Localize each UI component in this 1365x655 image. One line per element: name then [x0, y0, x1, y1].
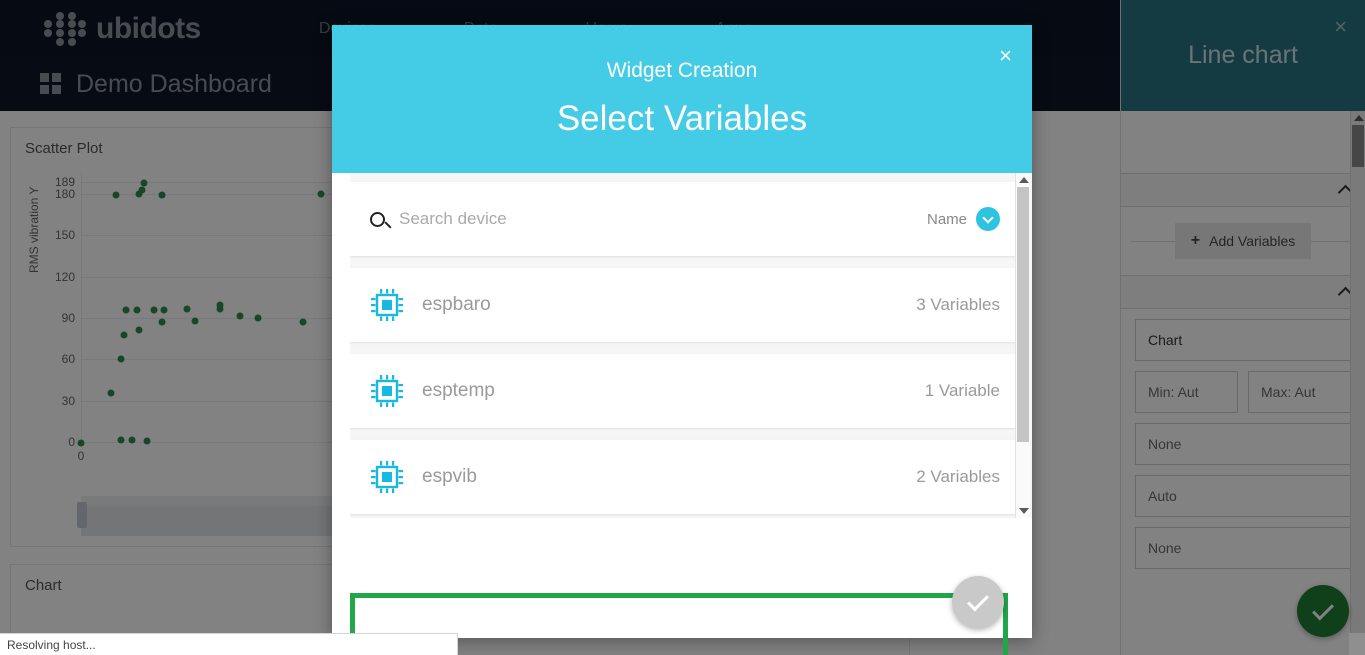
device-variable-count: 1 Variable	[924, 381, 1000, 400]
device-list-scrollbar[interactable]	[1015, 173, 1030, 518]
modal-eyebrow: Widget Creation	[606, 59, 758, 82]
check-icon	[967, 589, 989, 611]
search-icon	[370, 211, 385, 227]
close-icon[interactable]: ×	[999, 45, 1012, 67]
device-variable-count: 2 Variables	[916, 467, 1000, 486]
device-name: espvib	[422, 466, 477, 487]
select-variables-modal: Widget Creation Select Variables × Name …	[332, 25, 1032, 655]
search-input[interactable]	[399, 209, 927, 229]
device-list-item[interactable]: espbaro 3 Variables	[350, 268, 1020, 342]
chip-icon	[370, 460, 404, 494]
chip-icon	[370, 288, 404, 322]
device-list-scroller: Name espbaro 3 Variables esptemp 1 Varia…	[350, 173, 1032, 518]
device-name: espbaro	[422, 294, 491, 315]
modal-header: Widget Creation Select Variables ×	[332, 25, 1032, 173]
page-scrollbar[interactable]	[1349, 633, 1365, 655]
device-list-item-espvib[interactable]: espvib 2 Variables	[350, 440, 1020, 514]
browser-status-bar: Resolving host...	[0, 633, 458, 655]
device-variable-count: 3 Variables	[916, 295, 1000, 314]
modal-confirm-button[interactable]	[952, 576, 1004, 628]
screen: ubidots Devices Data Users Apps	[0, 0, 1365, 655]
device-name: esptemp	[422, 380, 495, 401]
modal-body: Name espbaro 3 Variables esptemp 1 Varia…	[332, 173, 1032, 655]
modal-title: Select Variables	[556, 99, 808, 138]
scroll-down-icon[interactable]	[1019, 508, 1029, 514]
chevron-glyph	[982, 211, 994, 224]
scrollbar-thumb[interactable]	[1017, 187, 1029, 442]
device-list-item[interactable]: esptemp 1 Variable	[350, 354, 1020, 428]
search-bar: Name	[350, 182, 1020, 256]
sort-label: Name	[926, 210, 967, 228]
chip-icon	[370, 374, 404, 408]
scroll-up-icon[interactable]	[1019, 177, 1029, 183]
status-text: Resolving host...	[7, 637, 96, 652]
chevron-down-icon[interactable]	[976, 207, 1000, 231]
